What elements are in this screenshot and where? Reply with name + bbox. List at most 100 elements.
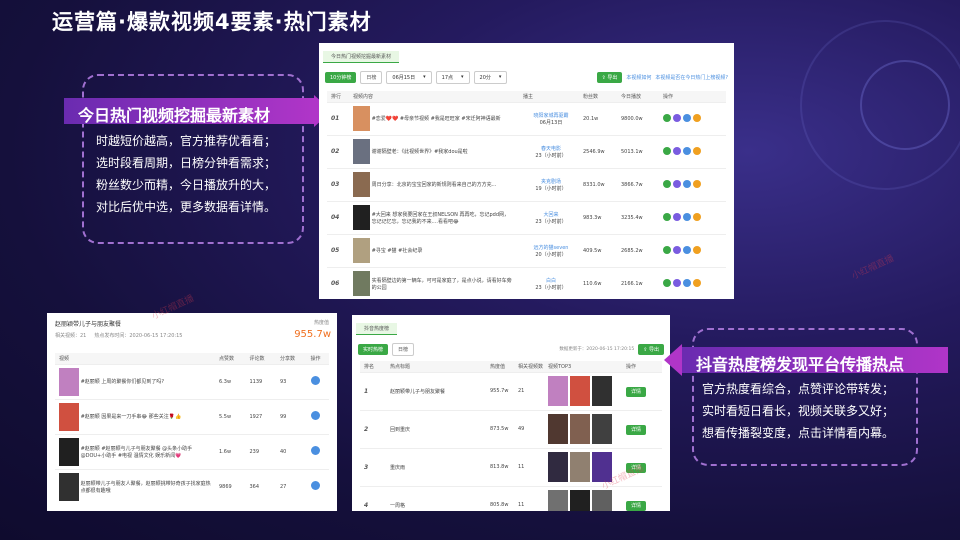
minute-select[interactable]: 20分 ▾ [473,70,508,84]
play-icon[interactable] [673,278,681,287]
hot-title[interactable]: 一周格 [386,485,486,511]
table-row[interactable]: 03 周日分享：北京的宝宝回家的新规则看来自己的方方充... 夹克剧场 19（小时… [327,167,726,201]
play-count: 3235.4w [617,200,659,234]
top-video-thumbnail[interactable] [548,490,568,511]
table-row[interactable]: 02 谢谢隔壁老：《此视频世界》#我家dou是啦 春天电影 23（小时前） 254… [327,134,726,168]
top-video-thumbnail[interactable] [570,376,590,406]
help-link-1[interactable]: 本视频如何 [626,74,651,81]
play-icon[interactable] [673,146,681,155]
table-row[interactable]: 2 回到重庆 873.5w 49 详情 [360,409,662,448]
top-video-thumbnail[interactable] [548,414,568,444]
top-video-thumbnail[interactable] [592,376,612,406]
table-row[interactable]: #赵丽颖 因果是来一刀手串😂 那些关注🌹👍 5.5w 1927 99 [55,398,329,434]
detail-icon[interactable] [663,212,671,221]
video-thumbnail[interactable] [353,139,370,164]
table-row[interactable]: 01 #恋爱❤️❤️ #母亲节视频 #我是旺旺家 #宋迁阿神语最新 晓阳家城再驱… [327,101,726,135]
author-link[interactable]: 晓阳家城再驱霸 [523,112,579,119]
date-value: 06月15日 [392,74,416,81]
play-icon[interactable] [673,245,681,254]
table-row[interactable]: #赵丽颖 #赵丽颖与儿子与朋友聚餐 @头条小助手 @DOU+小助手 #电视 温情… [55,433,329,469]
author-link[interactable]: 白白 [523,277,579,284]
author-link[interactable]: 大回来 [523,211,579,218]
detail-icon[interactable] [663,179,671,188]
top-video-thumbnail[interactable] [570,490,590,511]
star-icon[interactable] [693,179,701,188]
btn-day[interactable]: 日榜 [360,70,383,84]
author-link[interactable]: 春天电影 [523,145,579,152]
star-icon[interactable] [693,212,701,221]
row-rank: 02 [327,134,349,168]
detail-icon[interactable] [663,278,671,287]
export-button[interactable]: ⇪ 导出 [596,71,623,83]
link-icon[interactable] [683,146,691,155]
video-thumbnail[interactable] [59,402,79,431]
btn-10min[interactable]: 10分钟榜 [325,71,357,83]
table-row[interactable]: 4 一周格 805.8w 11 详情 [360,485,662,511]
detail-button[interactable]: 详情 [626,424,647,435]
detail-button[interactable]: 详情 [626,500,647,511]
detail-icon[interactable] [663,146,671,155]
top-video-thumbnail[interactable] [570,414,590,444]
star-icon[interactable] [693,278,701,287]
top-video-thumbnail[interactable] [592,490,612,511]
top-video-thumbnail[interactable] [570,452,590,482]
col-ops: 操作 [659,91,726,102]
video-thumbnail[interactable] [59,437,79,466]
hour-select[interactable]: 17点 ▾ [435,70,470,84]
play-icon[interactable] [673,212,681,221]
video-thumbnail[interactable] [353,205,370,230]
video-thumbnail[interactable] [59,367,79,396]
detail-icon[interactable] [663,113,671,122]
top-video-thumbnail[interactable] [592,414,612,444]
col-shares: 分享数 [276,353,307,364]
star-icon[interactable] [693,146,701,155]
btn-daily[interactable]: 日榜 [392,342,415,356]
star-icon[interactable] [693,113,701,122]
btn-realtime[interactable]: 实时热榜 [358,343,389,355]
detail-icon[interactable] [663,245,671,254]
top3-thumbs [544,485,622,511]
play-icon[interactable] [310,376,320,385]
help-link-2[interactable]: 本视频是否在今日热门上榜视频? [655,74,728,81]
detail-button[interactable]: 详情 [626,386,647,397]
video-thumbnail[interactable] [353,106,370,131]
tab-hot-list[interactable]: 抖音热度榜 [356,323,398,335]
top-video-thumbnail[interactable] [548,452,568,482]
hour-value: 17点 [441,74,454,81]
row-rank: 01 [327,101,349,135]
star-icon[interactable] [693,245,701,254]
hot-title[interactable]: 回到重庆 [386,409,486,448]
export-button[interactable]: ⇪ 导出 [638,343,664,355]
table-row[interactable]: 1 赵丽颖带儿子与朋友聚餐 955.7w 21 详情 [360,371,662,410]
table-row[interactable]: #赵丽颖 上周的聚餐你们都见到了吗? 6.3w 1139 93 [55,363,329,399]
hot-title[interactable]: 重庆雨 [386,447,486,486]
table-row[interactable]: 赵丽颖带儿子与朋友人聚餐，赵丽颖挑带好奇孩子找家庭热点都很有趣哦 9869 36… [55,468,329,504]
video-thumbnail[interactable] [353,172,370,197]
video-count: 11 [514,485,544,511]
video-thumbnail[interactable] [59,472,79,501]
link-icon[interactable] [683,179,691,188]
date-select[interactable]: 06月15日 ▾ [386,70,432,84]
author-link[interactable]: 夹克剧场 [523,178,579,185]
top-video-thumbnail[interactable] [548,376,568,406]
row-video: 赵丽颖带儿子与朋友人聚餐，赵丽颖挑带好奇孩子找家庭热点都很有趣哦 [55,468,215,504]
link-icon[interactable] [683,278,691,287]
video-thumbnail[interactable] [353,271,370,297]
tab-hot-video[interactable]: 今日热门视频挖掘最新素材 [323,51,400,63]
play-icon[interactable] [310,481,320,491]
play-icon[interactable] [673,179,681,188]
table-row[interactable]: 05 #寻宝 #猫 #社会纪录 远方的猫seven 20（小时前） 409.5w … [327,233,726,267]
row-ops [306,363,329,399]
video-thumbnail[interactable] [353,238,370,263]
link-icon[interactable] [683,212,691,221]
table-row[interactable]: 06 实看隔壁边的第一辆车，可可是家庭了，是点小说，请看好车旁的公园 白白 23（… [327,266,726,299]
table-row[interactable]: 04 #大回来 想家我要回家在王叔NELSON 再再吃，忘记pdd网，忘记记忆忘… [327,200,726,234]
row-ops [306,398,329,434]
link-icon[interactable] [683,113,691,122]
link-icon[interactable] [683,245,691,254]
play-icon[interactable] [673,113,681,122]
author-link[interactable]: 远方的猫seven [523,244,579,251]
play-icon[interactable] [310,446,320,455]
play-icon[interactable] [310,411,320,420]
hot-title[interactable]: 赵丽颖带儿子与朋友聚餐 [386,371,486,410]
